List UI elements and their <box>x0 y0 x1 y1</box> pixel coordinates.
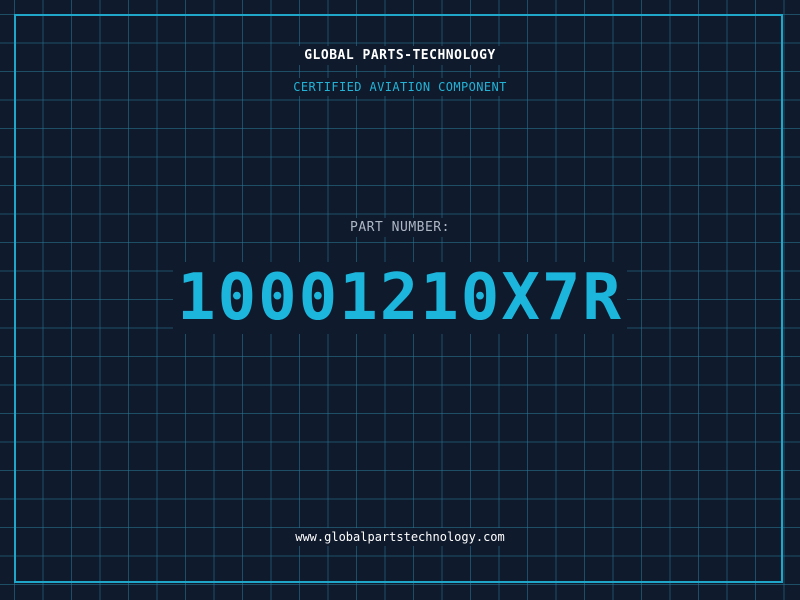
website: www.globalpartstechnology.com <box>0 528 800 546</box>
company-name-text: GLOBAL PARTS-TECHNOLOGY <box>298 46 502 65</box>
part-number-label: PART NUMBER: <box>0 218 800 237</box>
part-number-container: 10001210X7R <box>0 262 800 334</box>
subtitle: CERTIFIED AVIATION COMPONENT <box>0 78 800 96</box>
part-number-value: 10001210X7R <box>173 262 627 334</box>
website-link[interactable]: www.globalpartstechnology.com <box>289 528 511 546</box>
company-name: GLOBAL PARTS-TECHNOLOGY <box>0 46 800 65</box>
part-number-label-text: PART NUMBER: <box>344 218 456 237</box>
subtitle-text: CERTIFIED AVIATION COMPONENT <box>287 78 513 96</box>
